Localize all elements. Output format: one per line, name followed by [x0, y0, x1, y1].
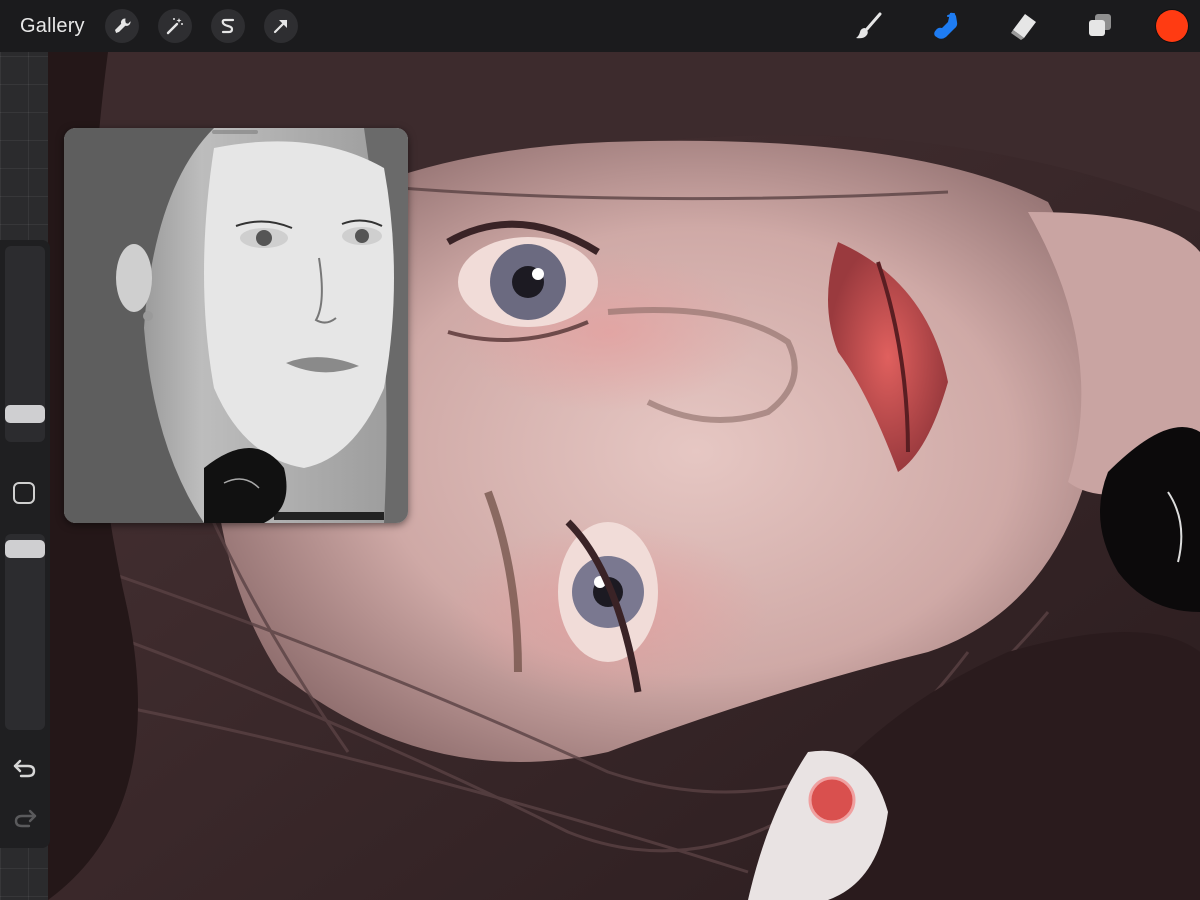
selection-s-icon: [221, 18, 234, 34]
color-picker-button[interactable]: [1156, 10, 1188, 42]
undo-button[interactable]: [12, 756, 38, 780]
transform-button[interactable]: [263, 9, 298, 43]
eraser-icon: [1011, 14, 1036, 40]
transform-arrow-icon: [273, 19, 287, 34]
procreate-app: Gallery: [0, 0, 1200, 900]
undo-icon: [13, 759, 36, 778]
top-toolbar: Gallery: [0, 0, 1200, 52]
paint-tool-button[interactable]: [849, 6, 889, 46]
erase-tool-button[interactable]: [1003, 6, 1043, 46]
brush-opacity-thumb[interactable]: [5, 540, 45, 558]
reference-sketch: [64, 128, 408, 523]
reference-drag-handle[interactable]: [212, 130, 258, 134]
magic-wand-icon: [166, 18, 183, 35]
layers-button[interactable]: [1080, 6, 1120, 46]
smudge-tool-button[interactable]: [926, 6, 966, 46]
brush-opacity-slider[interactable]: [5, 534, 45, 730]
redo-button[interactable]: [12, 806, 38, 830]
brush-icon: [856, 12, 882, 39]
layers-icon: [1089, 14, 1111, 36]
reference-image-window[interactable]: [64, 128, 408, 523]
brush-size-thumb[interactable]: [5, 405, 45, 423]
brush-size-slider[interactable]: [5, 246, 45, 442]
selection-button[interactable]: [210, 9, 245, 43]
toolbar-right-group: [812, 0, 1188, 52]
adjustments-button[interactable]: [157, 9, 192, 43]
smudge-icon: [934, 12, 958, 39]
wrench-icon: [114, 18, 131, 33]
modify-square-icon[interactable]: [13, 482, 35, 504]
redo-icon: [14, 809, 37, 828]
gallery-button[interactable]: Gallery: [20, 15, 85, 38]
left-sidebar: [0, 240, 50, 848]
actions-button[interactable]: [104, 9, 139, 43]
